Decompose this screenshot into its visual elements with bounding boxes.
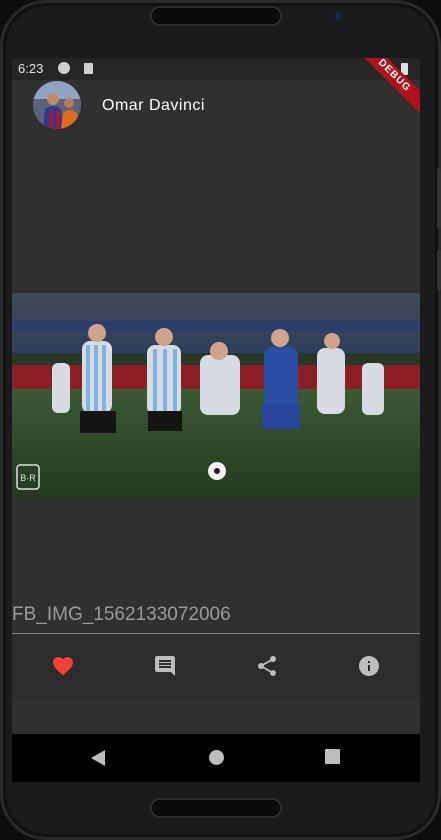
recents-button[interactable]: [325, 749, 340, 769]
photo-watermark: B·R: [20, 473, 36, 483]
power-button: [437, 250, 441, 290]
action-bar: [12, 634, 420, 698]
system-nav-bar: [12, 734, 420, 782]
info-button[interactable]: [357, 654, 381, 678]
share-icon: [258, 656, 276, 676]
back-icon: [91, 750, 105, 766]
home-icon: [209, 750, 224, 765]
notification-icon: [58, 62, 70, 74]
earpiece-speaker: [152, 8, 280, 24]
status-bar: 6:23: [12, 58, 420, 80]
recents-icon: [325, 749, 340, 764]
bottom-speaker: [152, 800, 280, 816]
profile-name[interactable]: Omar Davinci: [102, 97, 205, 115]
back-button[interactable]: [90, 749, 106, 772]
front-camera: [334, 12, 342, 20]
info-icon: [359, 656, 379, 676]
comment-button[interactable]: [153, 654, 177, 678]
device-frame: 6:23 Omar Davinci DEBUG B·R FB_IMG_15621…: [0, 0, 441, 840]
home-button[interactable]: [208, 749, 225, 771]
avatar[interactable]: [33, 81, 81, 129]
volume-button: [437, 168, 441, 228]
sd-card-icon: [84, 63, 93, 74]
heart-icon: [53, 657, 73, 676]
app-bar: Omar Davinci: [12, 80, 420, 130]
comment-icon: [155, 656, 175, 676]
post-filename: FB_IMG_1562133072006: [12, 604, 231, 625]
share-button[interactable]: [255, 654, 279, 678]
post-image[interactable]: B·R: [12, 293, 420, 497]
status-time: 6:23: [18, 61, 44, 76]
like-button[interactable]: [51, 654, 75, 678]
app-screen: 6:23 Omar Davinci DEBUG B·R FB_IMG_15621…: [12, 58, 420, 734]
